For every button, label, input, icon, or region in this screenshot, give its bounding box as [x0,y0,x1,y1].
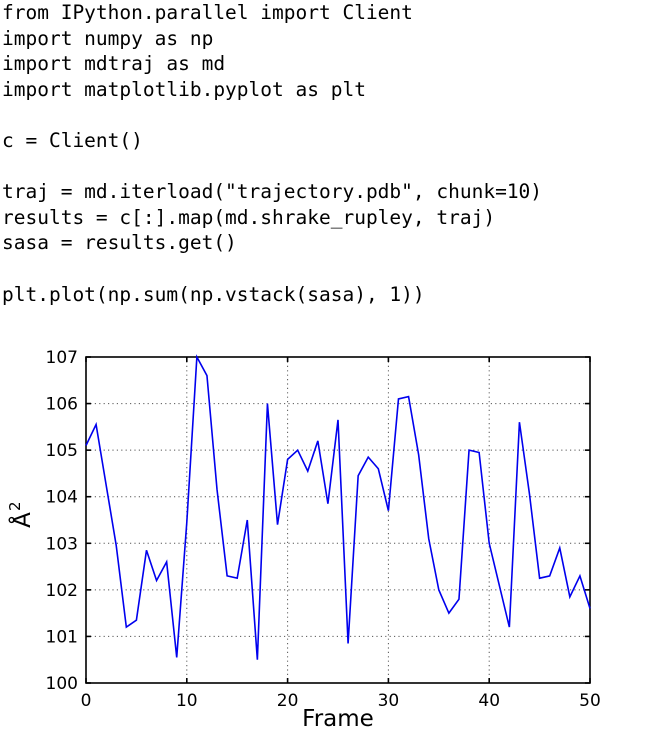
y-tick-label: 101 [46,627,78,647]
x-tick-label: 40 [478,691,500,711]
code-block: from IPython.parallel import Client impo… [2,0,658,307]
code-line: traj = md.iterload("trajectory.pdb", chu… [2,180,543,204]
y-axis-title-exponent: 2 [6,501,24,511]
y-tick-label: 100 [46,674,78,694]
code-line: sasa = results.get() [2,231,237,255]
code-line: import matplotlib.pyplot as plt [2,77,366,101]
code-line: plt.plot(np.sum(np.vstack(sasa), 1)) [2,282,425,306]
x-tick-label: 20 [277,691,299,711]
y-tick-label: 102 [46,581,78,601]
x-tick-label: 10 [176,691,198,711]
y-tick-label: 103 [46,534,78,554]
x-tick-label: 50 [579,691,601,711]
x-axis-title: Frame [302,706,374,731]
y-tick-label: 106 [46,395,78,415]
y-axis-title: Å 2 [6,501,36,527]
x-tick-label: 30 [378,691,400,711]
y-tick-labels: 100 101 102 103 104 105 106 107 [46,348,78,694]
data-series-layer [85,354,591,660]
code-line: import numpy as np [2,26,214,50]
y-tick-label: 105 [46,441,78,461]
x-tick-label: 0 [81,691,92,711]
code-line: results = c[:].map(md.shrake_rupley, tra… [2,205,496,229]
code-line: from IPython.parallel import Client [2,1,413,24]
code-line: import mdtraj as md [2,52,226,76]
sasa-line-chart: 100 101 102 103 104 105 106 107 0 10 20 30 40 50 Fra… [0,338,660,731]
chart-canvas: 100 101 102 103 104 105 106 107 0 10 20 30 40 50 Fra… [6,348,601,731]
y-tick-label: 107 [46,348,78,368]
series-line-sasa [85,354,591,660]
y-tick-label: 104 [46,488,78,508]
y-axis-title-base: Å [8,512,36,528]
code-line: c = Client() [2,128,143,152]
